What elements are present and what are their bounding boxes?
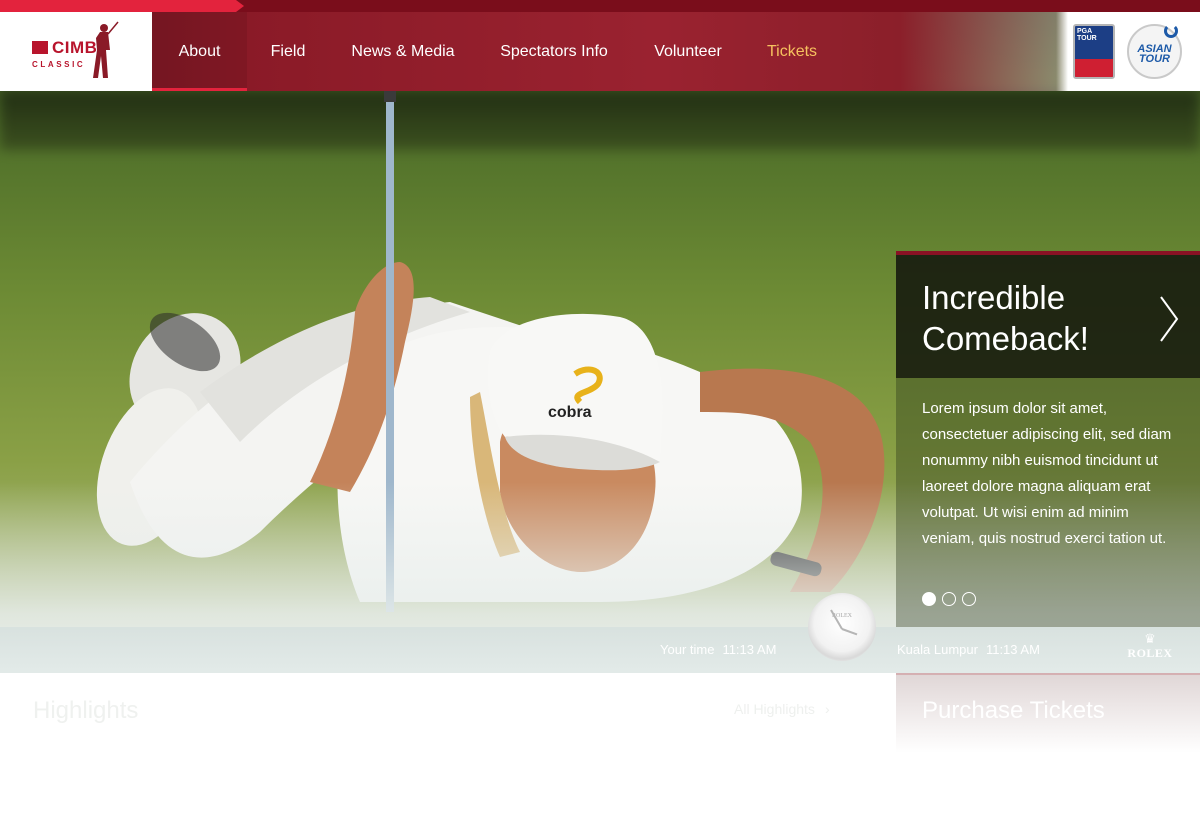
slide-dot-1[interactable] [922, 592, 936, 606]
main-navigation: CIMB CLASSIC About Field News & Media Sp… [0, 12, 1200, 91]
event-time-label: Kuala Lumpur [897, 642, 978, 657]
pga-tour-label: PGA TOUR [1077, 28, 1097, 42]
nav-item-about[interactable]: About [152, 12, 247, 91]
event-time-value: 11:13 AM [985, 642, 1040, 657]
feature-card-header: Incredible Comeback! [896, 255, 1200, 378]
nav-item-spectators-info[interactable]: Spectators Info [485, 12, 623, 91]
asian-tour-swoosh-icon [1164, 24, 1178, 38]
slide-dot-3[interactable] [962, 592, 976, 606]
event-time: Kuala Lumpur 11:13 AM [897, 642, 1040, 657]
top-accent-strip [0, 0, 1200, 12]
golfer-silhouette-icon [93, 21, 119, 78]
rolex-logo: ♛ ROLEX [1124, 632, 1176, 661]
local-time-label: Your time [660, 642, 715, 657]
chevron-right-icon: › [824, 701, 830, 717]
rolex-wordmark: ROLEX [1127, 646, 1173, 660]
feature-card-body: Lorem ipsum dolor sit amet, consectetuer… [896, 378, 1200, 627]
pga-tour-red-band [1075, 59, 1113, 77]
tickets-panel-divider [896, 673, 1200, 675]
pga-tour-logo[interactable]: PGA TOUR [1073, 24, 1115, 79]
chevron-right-icon[interactable] [1158, 295, 1180, 343]
nav-item-volunteer[interactable]: Volunteer [640, 12, 736, 91]
local-time: Your time 11:13 AM [660, 642, 776, 657]
clock-minute-hand [841, 628, 858, 636]
logo-flag-icon [32, 41, 48, 54]
clock-brand: ROLEX [832, 613, 852, 619]
purchase-tickets-title[interactable]: Purchase Tickets [922, 697, 1105, 725]
purchase-tickets-panel[interactable]: Purchase Tickets [896, 673, 1200, 753]
nav-item-news-media[interactable]: News & Media [336, 12, 470, 91]
svg-text:cobra: cobra [548, 404, 592, 421]
local-time-value: 11:13 AM [722, 642, 777, 657]
feature-card: Incredible Comeback! Lorem ipsum dolor s… [896, 251, 1200, 627]
nav-item-field[interactable]: Field [255, 12, 321, 91]
time-bar: Your time 11:13 AM Kuala Lumpur 11:13 AM [0, 627, 1200, 673]
cimb-classic-logo[interactable]: CIMB CLASSIC [0, 12, 152, 91]
crown-icon: ♛ [1144, 632, 1156, 647]
lower-section: Highlights All Highlights › Purchase Tick… [0, 673, 1200, 814]
logo-subtitle: CLASSIC [32, 60, 86, 69]
slide-indicators [922, 591, 982, 606]
asian-tour-line2: TOUR [1139, 53, 1170, 65]
highlights-title: Highlights [33, 697, 139, 724]
clock-icon: ROLEX [808, 593, 876, 661]
top-accent-highlight [0, 0, 244, 12]
all-highlights-label: All Highlights [734, 701, 815, 717]
feature-description: Lorem ipsum dolor sit amet, consectetuer… [922, 400, 1172, 547]
asian-tour-logo[interactable]: ASIAN TOUR [1127, 24, 1182, 79]
slide-dot-2[interactable] [942, 592, 956, 606]
feature-title: Incredible Comeback! [922, 279, 1089, 357]
all-highlights-link[interactable]: All Highlights › [734, 701, 830, 717]
nav-item-tickets[interactable]: Tickets [752, 12, 832, 91]
